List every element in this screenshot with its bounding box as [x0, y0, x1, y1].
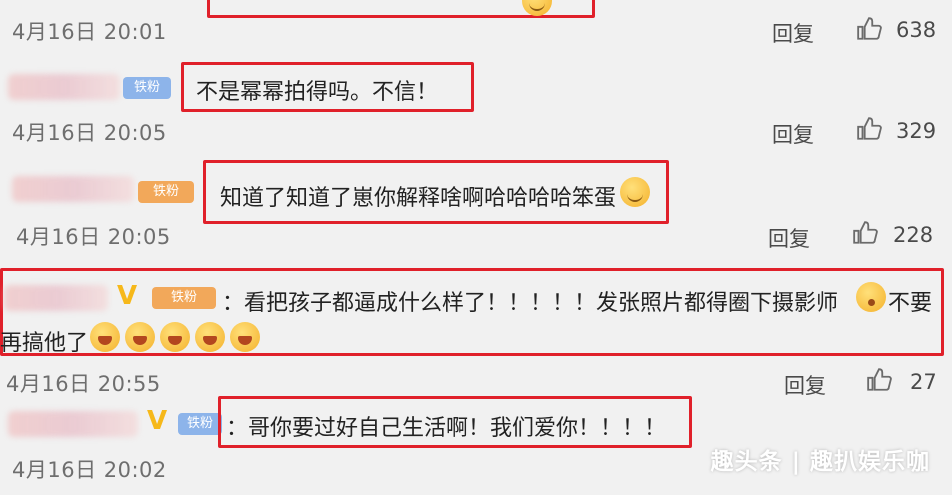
blurred-username: [8, 74, 120, 100]
crying-face-emoji: [230, 322, 260, 352]
crying-face-emoji: [195, 322, 225, 352]
reply-button[interactable]: 回复: [772, 18, 814, 48]
reply-button[interactable]: 回复: [768, 223, 810, 253]
crying-face-emoji: [125, 322, 155, 352]
like-count: 27: [910, 370, 937, 394]
like-count: 329: [896, 119, 937, 143]
comment-timestamp: 4月16日 20:05: [16, 225, 171, 249]
reply-button[interactable]: 回复: [772, 119, 814, 149]
comment-timestamp: 4月16日 20:01: [12, 20, 167, 44]
fan-badge: 铁粉: [123, 77, 171, 99]
comment-text-line1-tail: 不要: [888, 291, 933, 316]
comment-timestamp: 4月16日 20:05: [12, 121, 167, 145]
crying-face-emoji: [160, 322, 190, 352]
comment-text-line2: 再搞他了: [0, 331, 89, 356]
blurred-username: [4, 285, 108, 311]
comment-text: 知道了知道了崽你解释啥啊哈哈哈哈笨蛋: [220, 186, 617, 211]
smile-emoji: [620, 177, 650, 207]
comment-text: 不是幂幂拍得吗。不信！: [196, 80, 439, 105]
crying-face-emoji: [90, 322, 120, 352]
watermark: 趣头条 | 趣扒娱乐咖: [710, 449, 930, 475]
thumbs-up-icon[interactable]: [856, 16, 882, 42]
fan-badge: 铁粉: [152, 287, 216, 309]
thumbs-up-icon[interactable]: [866, 367, 892, 393]
vip-v-icon: V: [147, 406, 168, 436]
blurred-username: [8, 411, 138, 437]
blurred-username: [12, 176, 134, 202]
vip-v-icon: V: [117, 281, 138, 311]
reply-button[interactable]: 回复: [784, 370, 826, 400]
fan-badge: 铁粉: [178, 413, 222, 435]
thumbs-up-icon[interactable]: [856, 116, 882, 142]
comment-text: ：哥你要过好自己生活啊！我们爱你！！！！: [226, 416, 667, 441]
like-count: 228: [893, 223, 934, 247]
like-count: 638: [896, 18, 937, 42]
thumbs-up-icon[interactable]: [852, 220, 878, 246]
comment-text-line1: ：看把孩子都逼成什么样了！！！！！发张照片都得圈下摄影师: [222, 291, 839, 316]
comment-timestamp: 4月16日 20:55: [6, 372, 161, 396]
fan-badge: 铁粉: [138, 181, 194, 203]
comment-timestamp: 4月16日 20:02: [12, 458, 167, 482]
surprised-emoji: [856, 282, 886, 312]
